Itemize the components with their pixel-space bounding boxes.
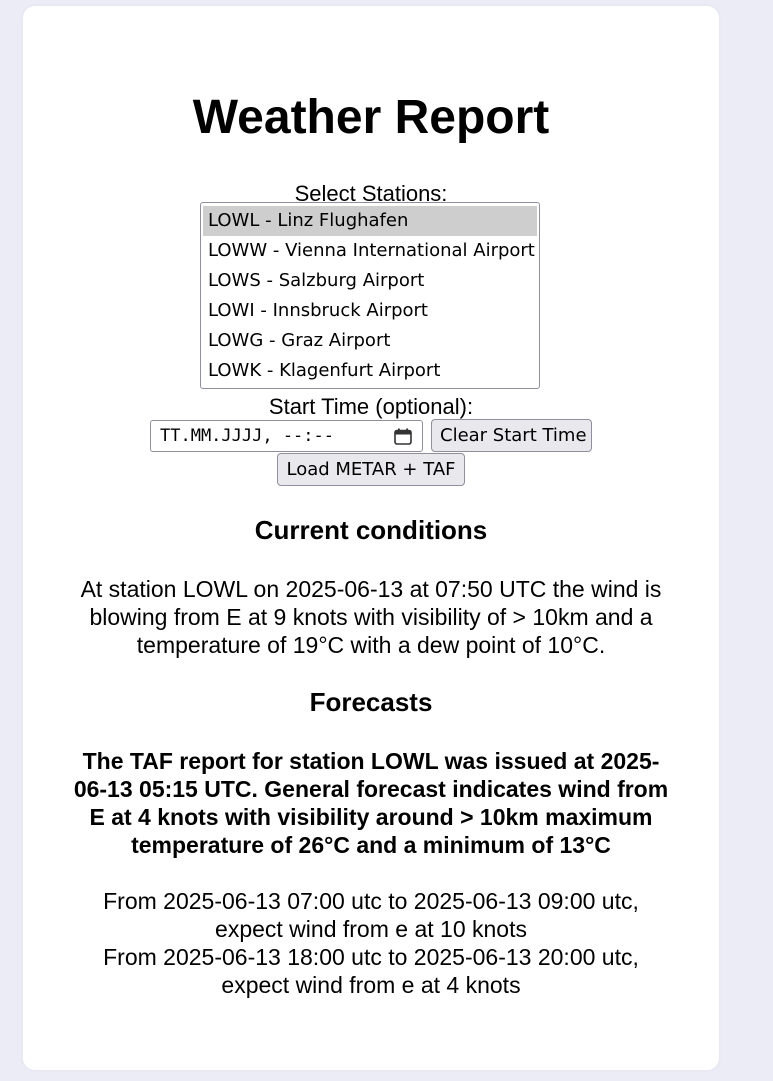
current-conditions-heading: Current conditions xyxy=(254,515,488,545)
station-option-lowg[interactable]: LOWG - Graz Airport xyxy=(203,326,537,356)
clear-start-time-button[interactable]: Clear Start Time xyxy=(431,419,592,452)
weather-report-card: Weather Report Select Stations: LOWL - L… xyxy=(23,6,719,1070)
station-option-lowk[interactable]: LOWK - Klagenfurt Airport xyxy=(203,356,537,386)
start-time-placeholder: TT.MM.JJJJ, --:-- xyxy=(160,426,334,446)
start-time-label: Start Time (optional): xyxy=(268,394,474,419)
taf-summary: The TAF report for station LOWL was issu… xyxy=(73,748,669,858)
current-conditions-text: At station LOWL on 2025-06-13 at 07:50 U… xyxy=(80,576,662,658)
forecasts-heading: Forecasts xyxy=(309,687,433,717)
station-option-lowi[interactable]: LOWI - Innsbruck Airport xyxy=(203,296,537,326)
station-select-list[interactable]: LOWL - Linz Flughafen LOWW - Vienna Inte… xyxy=(200,202,540,389)
station-option-loww[interactable]: LOWW - Vienna International Airport xyxy=(203,236,537,266)
station-option-lowl[interactable]: LOWL - Linz Flughafen xyxy=(203,206,537,236)
start-time-input[interactable]: TT.MM.JJJJ, --:-- xyxy=(150,420,423,452)
load-metar-taf-button[interactable]: Load METAR + TAF xyxy=(277,453,465,486)
station-option-lows[interactable]: LOWS - Salzburg Airport xyxy=(203,266,537,296)
calendar-icon[interactable] xyxy=(394,428,412,445)
forecast-period: From 2025-06-13 07:00 utc to 2025-06-13 … xyxy=(103,888,639,942)
forecast-period: From 2025-06-13 18:00 utc to 2025-06-13 … xyxy=(103,944,639,998)
page-title: Weather Report xyxy=(192,91,550,144)
